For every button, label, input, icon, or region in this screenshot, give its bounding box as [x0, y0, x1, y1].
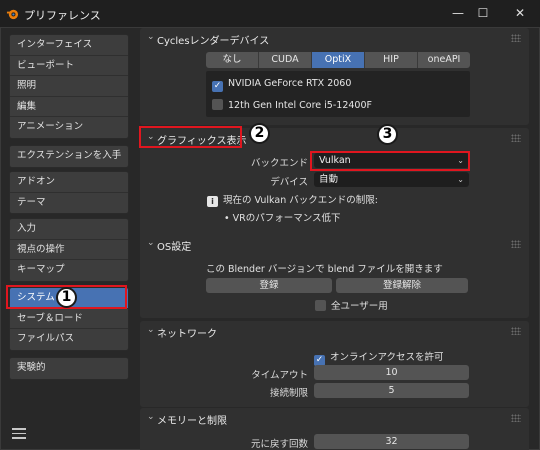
info-item-vr-performance: • VRのパフォーマンス低下: [224, 213, 341, 224]
sidebar-item-themes[interactable]: テーマ: [10, 193, 128, 214]
device-list: ✓ NVIDIA GeForce RTX 2060 12th Gen Intel …: [206, 71, 470, 117]
connection-limit-label: 接続制限: [269, 388, 308, 399]
backend-oneapi-button[interactable]: oneAPI: [418, 52, 470, 68]
backend-optix-button[interactable]: OptiX: [312, 52, 365, 68]
online-access-label: オンラインアクセスを許可: [330, 352, 444, 363]
unregister-button[interactable]: 登録解除: [336, 278, 468, 293]
cycles-panel-header[interactable]: ⌄ Cyclesレンダーデバイス: [140, 28, 529, 48]
device-value: 自動: [319, 174, 339, 185]
nav-group-input: 入力 視点の操作 キーマップ: [9, 218, 129, 282]
nav-group-general: インターフェイス ビューポート 照明 編集 アニメーション: [9, 34, 129, 139]
blender-logo-icon: [6, 9, 19, 20]
timeout-label: タイムアウト: [251, 370, 308, 381]
network-panel: ⌄ ネットワーク ✓ オンラインアクセスを許可 タイムアウト 10 接続制限 5: [140, 321, 529, 407]
drag-handle-icon[interactable]: [511, 34, 521, 42]
memory-panel-header[interactable]: ⌄ メモリーと制限: [140, 408, 529, 428]
info-title: 現在の Vulkan バックエンドの制限:: [223, 195, 378, 206]
checkbox-checked-icon[interactable]: ✓: [212, 81, 223, 92]
undo-steps-field[interactable]: 32: [314, 434, 469, 449]
highlight-graphics-header: [139, 126, 242, 148]
network-panel-header[interactable]: ⌄ ネットワーク: [140, 321, 529, 341]
device-label: デバイス: [270, 177, 308, 188]
os-file-association-text: この Blender バージョンで blend ファイルを開きます: [206, 264, 443, 275]
timeout-field[interactable]: 10: [314, 365, 469, 380]
sidebar-item-interface[interactable]: インターフェイス: [10, 35, 128, 56]
preferences-main: ⌄ Cyclesレンダーデバイス なし CUDA OptiX HIP oneAP…: [138, 28, 531, 450]
network-panel-title: ネットワーク: [157, 329, 217, 340]
sidebar-item-navigation[interactable]: 視点の操作: [10, 240, 128, 260]
chevron-down-icon: ⌄: [147, 325, 155, 335]
sidebar-item-viewport[interactable]: ビューポート: [10, 56, 128, 76]
connection-limit-field[interactable]: 5: [314, 383, 469, 398]
checkbox-unchecked-icon[interactable]: [212, 99, 223, 110]
annotation-badge-1: 1: [56, 287, 77, 308]
drag-handle-icon[interactable]: [511, 414, 521, 422]
sidebar-item-file-paths[interactable]: ファイルパス: [10, 329, 128, 350]
chevron-down-icon: ⌄: [147, 32, 155, 42]
title-bar: プリファレンス — ☐ ✕: [0, 0, 540, 27]
device-row-cpu[interactable]: 12th Gen Intel Core i5-12400F: [212, 97, 372, 115]
nav-group-experimental: 実験的: [9, 357, 129, 380]
sidebar-item-lights[interactable]: 照明: [10, 76, 128, 97]
menu-icon[interactable]: [12, 428, 26, 440]
close-button[interactable]: ✕: [505, 3, 535, 23]
sidebar-item-get-extensions[interactable]: エクステンションを入手: [10, 146, 128, 167]
annotation-badge-2: 2: [249, 123, 270, 144]
sidebar-item-animation[interactable]: アニメーション: [10, 117, 128, 138]
sidebar-item-addons[interactable]: アドオン: [10, 172, 128, 193]
info-icon: i: [207, 196, 218, 207]
nav-group-extensions: エクステンションを入手: [9, 145, 129, 168]
register-button[interactable]: 登録: [206, 278, 332, 293]
drag-handle-icon[interactable]: [511, 327, 521, 335]
device-dropdown[interactable]: 自動 ⌄: [314, 172, 469, 187]
online-access-checkbox-row[interactable]: ✓ オンラインアクセスを許可: [314, 349, 444, 366]
nav-group-addons: アドオン テーマ: [9, 171, 129, 214]
maximize-button[interactable]: ☐: [468, 3, 498, 23]
device-row-rtx2060[interactable]: ✓ NVIDIA GeForce RTX 2060: [212, 75, 351, 93]
window-title: プリファレンス: [24, 9, 101, 22]
os-panel-header[interactable]: ⌄ OS設定: [140, 234, 529, 254]
sidebar-item-save-load[interactable]: セーブ＆ロード: [10, 309, 128, 329]
sidebar-item-keymap[interactable]: キーマップ: [10, 260, 128, 281]
sidebar-item-editing[interactable]: 編集: [10, 97, 128, 117]
memory-limits-panel: ⌄ メモリーと制限 元に戻す回数 32: [140, 408, 529, 450]
cycles-panel-title: Cyclesレンダーデバイス: [157, 36, 270, 47]
vulkan-limitations-info: i 現在の Vulkan バックエンドの制限:: [207, 192, 378, 207]
backend-label: バックエンド: [250, 158, 308, 169]
backend-hip-button[interactable]: HIP: [365, 52, 418, 68]
chevron-down-icon: ⌄: [147, 412, 155, 422]
memory-panel-title: メモリーと制限: [157, 416, 227, 427]
highlight-backend-dropdown: [310, 151, 470, 171]
chevron-down-icon: ⌄: [147, 238, 155, 248]
sidebar-item-experimental[interactable]: 実験的: [10, 358, 128, 379]
os-panel-title: OS設定: [157, 242, 192, 253]
sidebar-item-input[interactable]: 入力: [10, 219, 128, 240]
chevron-down-icon: ⌄: [457, 175, 464, 184]
backend-cuda-button[interactable]: CUDA: [259, 52, 312, 68]
device-name: 12th Gen Intel Core i5-12400F: [228, 100, 372, 111]
checkbox-unchecked-icon[interactable]: [315, 300, 326, 311]
cycles-devices-panel: ⌄ Cyclesレンダーデバイス なし CUDA OptiX HIP oneAP…: [140, 28, 529, 125]
annotation-badge-3: 3: [377, 124, 398, 145]
device-name: NVIDIA GeForce RTX 2060: [228, 78, 352, 89]
drag-handle-icon[interactable]: [511, 240, 521, 248]
drag-handle-icon[interactable]: [511, 134, 521, 142]
undo-steps-label: 元に戻す回数: [250, 439, 308, 450]
preferences-sidebar: インターフェイス ビューポート 照明 編集 アニメーション エクステンションを入…: [4, 31, 132, 446]
backend-none-button[interactable]: なし: [206, 52, 259, 68]
all-users-label: 全ユーザー用: [331, 301, 388, 312]
os-settings-panel: ⌄ OS設定 この Blender バージョンで blend ファイルを開きます…: [140, 234, 529, 318]
all-users-checkbox-row[interactable]: 全ユーザー用: [315, 298, 388, 312]
